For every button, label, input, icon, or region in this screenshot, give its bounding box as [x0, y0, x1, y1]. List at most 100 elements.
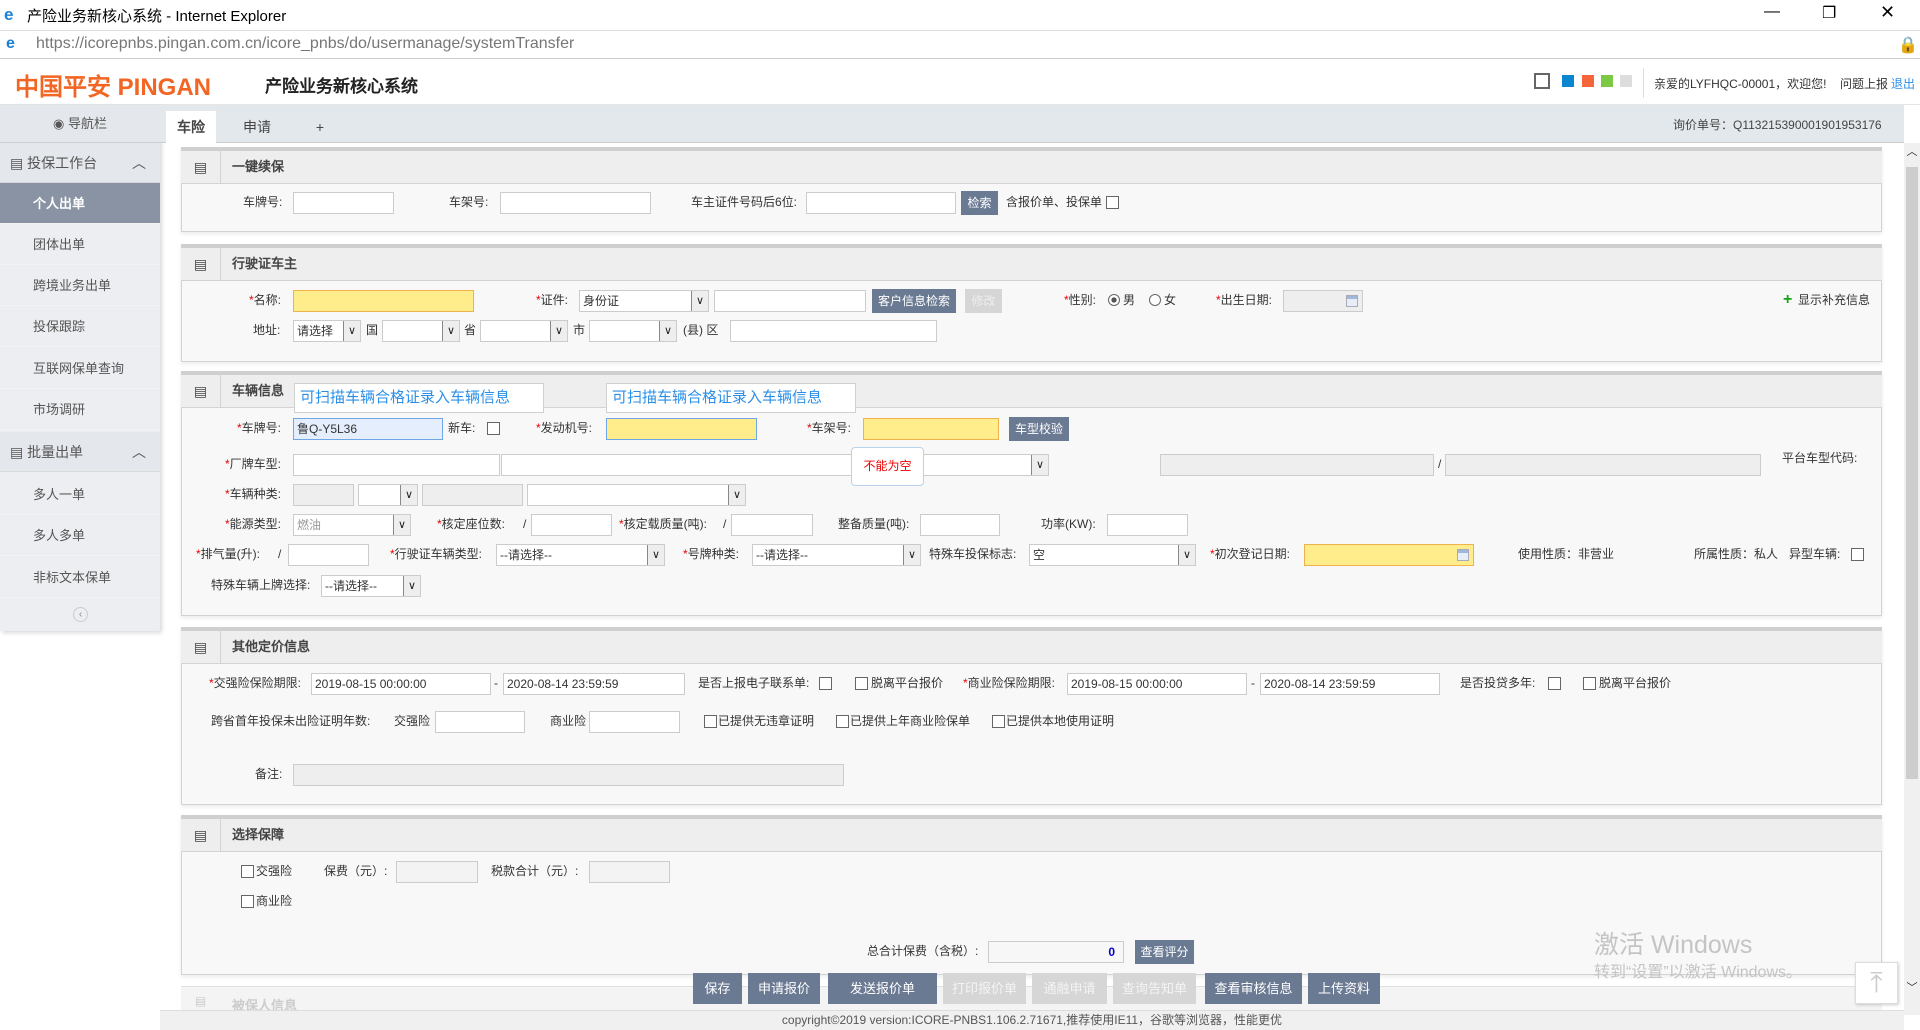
restore-button[interactable]: ❐ — [1822, 3, 1836, 23]
tab-auto[interactable]: 车险 — [166, 111, 216, 143]
bi-start-date-input[interactable]: 2019-08-15 00:00:00 — [1067, 673, 1247, 695]
power-input[interactable] — [1107, 514, 1188, 536]
minimize-button[interactable]: — — [1764, 3, 1780, 21]
local-use-checkbox[interactable] — [992, 715, 1005, 728]
sidebar-group-workbench[interactable]: ▤ 投保工作台 ︿ — [0, 143, 160, 183]
sidebar-item-multi-multi[interactable]: 多人多单 — [0, 515, 160, 556]
plus-icon[interactable]: + — [1783, 290, 1792, 310]
license-vehicle-type-select[interactable]: --请选择-- ∨ — [496, 544, 665, 566]
close-button[interactable]: ✕ — [1880, 2, 1895, 23]
sidebar-title[interactable]: ◉ 导航栏 — [0, 105, 160, 143]
city-select[interactable]: ∨ — [589, 320, 677, 342]
cert-type-select[interactable]: 身份证 ∨ — [579, 290, 709, 312]
calendar-icon[interactable] — [1457, 549, 1469, 561]
e-report-checkbox[interactable] — [819, 677, 832, 690]
model-check-button[interactable]: 车型校验 — [1009, 417, 1069, 441]
renew-search-button[interactable]: 检索 — [961, 191, 998, 215]
renew-plate-input[interactable] — [293, 192, 394, 214]
load-input[interactable] — [731, 514, 813, 536]
sidebar-item-multi-one[interactable]: 多人一单 — [0, 474, 160, 515]
gender-female-radio[interactable] — [1149, 294, 1161, 306]
scroll-down-icon[interactable]: ﹀ — [1904, 979, 1920, 997]
sidebar-item-group[interactable]: 团体出单 — [0, 224, 160, 265]
ci-end-date-input[interactable]: 2020-08-14 23:59:59 — [503, 673, 685, 695]
last-year-policy-checkbox[interactable] — [836, 715, 849, 728]
renew-vin-input[interactable] — [500, 192, 651, 214]
curb-weight-input[interactable] — [920, 514, 1000, 536]
vehicle-kind-select-2[interactable]: ∨ — [527, 484, 746, 506]
save-button[interactable]: 保存 — [693, 973, 742, 1004]
modify-button[interactable]: 修改 — [965, 289, 1002, 313]
logout-link[interactable]: 退出 — [1891, 75, 1915, 92]
theme-gray[interactable] — [1620, 75, 1632, 87]
district-input[interactable] — [730, 320, 937, 342]
fullscreen-icon[interactable] — [1534, 73, 1550, 89]
vertical-scrollbar[interactable]: ︿ ﹀ — [1904, 143, 1920, 1015]
ci-start-date-input[interactable]: 2019-08-15 00:00:00 — [311, 673, 491, 695]
show-more-link[interactable]: 显示补充信息 — [1798, 290, 1870, 310]
address-type-select[interactable]: 请选择 ∨ — [293, 320, 361, 342]
scrollbar-thumb[interactable] — [1906, 167, 1918, 779]
url-text[interactable]: https://icorepnbs.pingan.com.cn/icore_pn… — [36, 35, 574, 53]
vin-input[interactable] — [863, 418, 999, 440]
include-quote-checkbox[interactable] — [1106, 196, 1119, 209]
birth-date-input[interactable] — [1283, 290, 1363, 312]
send-quote-button[interactable]: 发送报价单 — [828, 973, 937, 1004]
collapse-sidebar-button[interactable]: ‹ — [73, 607, 88, 622]
view-review-button[interactable]: 查看审核信息 — [1205, 973, 1302, 1004]
owner-name-input[interactable] — [293, 290, 474, 312]
address-bar[interactable]: e https://icorepnbs.pingan.com.cn/icore_… — [0, 30, 1920, 59]
theme-blue[interactable] — [1562, 75, 1574, 87]
seats-input[interactable] — [531, 514, 612, 536]
brand-input[interactable] — [293, 454, 500, 476]
odd-vehicle-checkbox[interactable] — [1851, 548, 1864, 561]
bi-end-date-input[interactable]: 2020-08-14 23:59:59 — [1260, 673, 1440, 695]
cert-number-input[interactable] — [714, 290, 866, 312]
ci-coverage-checkbox[interactable] — [241, 865, 254, 878]
gender-male-radio[interactable] — [1108, 294, 1120, 306]
multi-year-checkbox[interactable] — [1548, 677, 1561, 690]
no-violation-checkbox[interactable] — [704, 715, 717, 728]
new-car-checkbox[interactable] — [487, 422, 500, 435]
plate-input[interactable]: 鲁Q-Y5L36 — [293, 418, 443, 440]
province-select[interactable]: ∨ — [480, 320, 568, 342]
calendar-icon[interactable] — [1346, 295, 1358, 307]
back-to-top-button[interactable]: ⤒ — [1855, 962, 1898, 1004]
customer-lookup-button[interactable]: 客户信息检索 — [872, 289, 956, 313]
offplatform-checkbox-2[interactable] — [1583, 677, 1596, 690]
first-registration-date-input[interactable] — [1304, 544, 1474, 566]
bi-coverage-checkbox[interactable] — [241, 895, 254, 908]
brand-model-select[interactable]: ∨ — [501, 454, 1049, 476]
scroll-up-icon[interactable]: ︿ — [1904, 143, 1920, 161]
print-quote-button[interactable]: 打印报价单 — [943, 973, 1026, 1004]
upload-button[interactable]: 上传资料 — [1308, 973, 1380, 1004]
ci-years-input[interactable] — [435, 711, 525, 733]
sidebar-group-batch[interactable]: ▤ 批量出单 ︿ — [0, 432, 160, 472]
tab-apply[interactable]: 申请 — [232, 111, 282, 143]
accommodation-request-button[interactable]: 通融申请 — [1032, 973, 1107, 1004]
sidebar-item-nonstandard[interactable]: 非标文本保单 — [0, 557, 160, 598]
remark-input[interactable] — [293, 764, 844, 786]
offplatform-checkbox[interactable] — [855, 677, 868, 690]
renew-id-input[interactable] — [806, 192, 956, 214]
view-score-button[interactable]: 查看评分 — [1135, 940, 1194, 964]
engine-number-input[interactable] — [606, 418, 757, 440]
add-tab-button[interactable]: + — [310, 111, 330, 143]
country-select[interactable]: ∨ — [382, 320, 460, 342]
sidebar-item-internet-query[interactable]: 互联网保单查询 — [0, 348, 160, 389]
theme-orange[interactable] — [1582, 75, 1594, 87]
report-issue-link[interactable]: 问题上报 — [1840, 75, 1888, 92]
sidebar-item-personal[interactable]: 个人出单 — [0, 183, 160, 224]
displacement-input[interactable] — [288, 544, 369, 566]
special-plate-select[interactable]: --请选择-- ∨ — [321, 575, 421, 597]
query-notice-button[interactable]: 查询告知单 — [1113, 973, 1196, 1004]
theme-green[interactable] — [1601, 75, 1613, 87]
special-flag-select[interactable]: 空 ∨ — [1029, 544, 1196, 566]
energy-type-select[interactable]: 燃油 ∨ — [293, 514, 411, 536]
sidebar-item-market[interactable]: 市场调研 — [0, 389, 160, 430]
vehicle-kind-select[interactable]: ∨ — [358, 484, 418, 506]
bi-years-input[interactable] — [589, 711, 680, 733]
sidebar-item-cross-border[interactable]: 跨境业务出单 — [0, 265, 160, 306]
plate-kind-select[interactable]: --请选择-- ∨ — [752, 544, 921, 566]
request-quote-button[interactable]: 申请报价 — [748, 973, 820, 1004]
